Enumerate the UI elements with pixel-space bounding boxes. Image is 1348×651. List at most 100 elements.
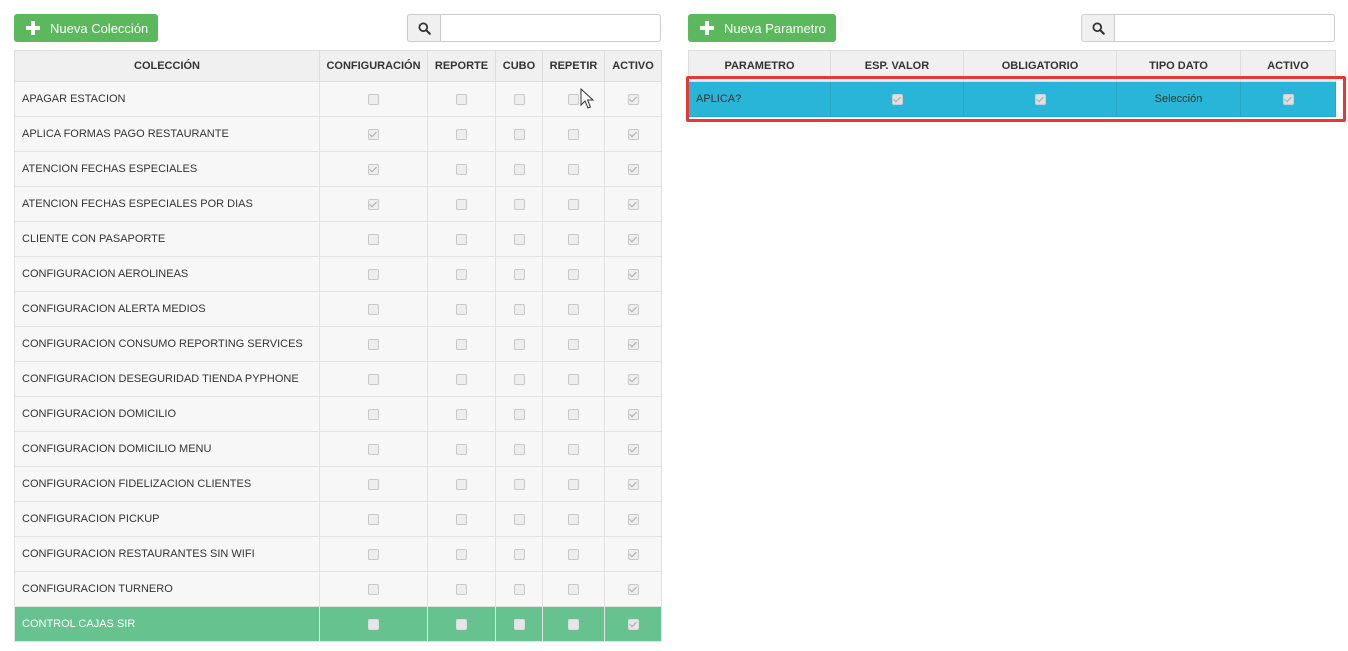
table-row[interactable]: CONFIGURACION DESEGURIDAD TIENDA PYPHONE xyxy=(14,361,662,397)
table-row[interactable]: ATENCION FECHAS ESPECIALES xyxy=(14,151,662,187)
checkbox[interactable] xyxy=(513,584,525,596)
checkbox[interactable] xyxy=(456,129,467,141)
checkbox[interactable] xyxy=(627,94,639,106)
checkbox[interactable] xyxy=(627,199,639,211)
search-input-right[interactable] xyxy=(1115,14,1335,42)
table-row[interactable]: CONFIGURACION AEROLINEAS xyxy=(14,256,662,292)
checkbox[interactable] xyxy=(568,549,579,561)
table-row[interactable]: ATENCION FECHAS ESPECIALES POR DIAS xyxy=(14,186,662,222)
checkbox[interactable] xyxy=(568,374,579,386)
search-input-left[interactable] xyxy=(441,14,661,42)
table-row[interactable]: CONFIGURACION PICKUP xyxy=(14,501,662,537)
checkbox[interactable] xyxy=(627,619,639,631)
checkbox[interactable] xyxy=(368,584,379,596)
checkbox[interactable] xyxy=(456,339,467,351)
checkbox[interactable] xyxy=(456,479,467,491)
checkbox[interactable] xyxy=(513,129,525,141)
checkbox[interactable] xyxy=(627,164,639,176)
checkbox[interactable] xyxy=(627,339,639,351)
checkbox[interactable] xyxy=(627,304,639,316)
checkbox[interactable] xyxy=(456,199,467,211)
checkbox[interactable] xyxy=(568,129,579,141)
checkbox[interactable] xyxy=(568,409,579,421)
checkbox[interactable] xyxy=(456,619,467,631)
checkbox[interactable] xyxy=(568,584,579,596)
checkbox[interactable] xyxy=(513,549,525,561)
checkbox[interactable] xyxy=(627,269,639,281)
checkbox[interactable] xyxy=(513,444,525,456)
checkbox[interactable] xyxy=(568,164,579,176)
checkbox[interactable] xyxy=(368,444,379,456)
checkbox[interactable] xyxy=(513,339,525,351)
checkbox[interactable] xyxy=(456,409,467,421)
checkbox[interactable] xyxy=(513,164,525,176)
checkbox[interactable] xyxy=(513,199,525,211)
search-button-right[interactable] xyxy=(1081,14,1115,42)
checkbox[interactable] xyxy=(627,444,639,456)
checkbox[interactable] xyxy=(368,234,379,246)
checkbox[interactable] xyxy=(368,514,379,526)
checkbox[interactable] xyxy=(568,444,579,456)
table-row[interactable]: APAGAR ESTACION xyxy=(14,81,662,117)
checkbox[interactable] xyxy=(513,479,525,491)
column-header-activo[interactable]: ACTIVO xyxy=(604,50,662,82)
checkbox[interactable] xyxy=(456,549,467,561)
checkbox[interactable] xyxy=(368,619,379,631)
checkbox[interactable] xyxy=(568,304,579,316)
checkbox[interactable] xyxy=(568,514,579,526)
checkbox[interactable] xyxy=(627,549,639,561)
checkbox[interactable] xyxy=(627,479,639,491)
table-row[interactable]: APLICA FORMAS PAGO RESTAURANTE xyxy=(14,116,662,152)
column-header-configuracion[interactable]: CONFIGURACIÓN xyxy=(319,50,428,82)
checkbox[interactable] xyxy=(456,269,467,281)
table-row[interactable]: CONFIGURACION DOMICILIO MENU xyxy=(14,431,662,467)
checkbox[interactable] xyxy=(456,444,467,456)
checkbox[interactable] xyxy=(456,514,467,526)
checkbox[interactable] xyxy=(368,164,379,176)
table-row[interactable]: CONFIGURACION DOMICILIO xyxy=(14,396,662,432)
table-row[interactable]: CLIENTE CON PASAPORTE xyxy=(14,221,662,257)
checkbox[interactable] xyxy=(513,304,525,316)
table-row[interactable]: CONFIGURACION CONSUMO REPORTING SERVICES xyxy=(14,326,662,362)
checkbox[interactable] xyxy=(513,409,525,421)
checkbox[interactable] xyxy=(368,374,379,386)
checkbox[interactable] xyxy=(456,94,467,106)
checkbox[interactable] xyxy=(368,304,379,316)
checkbox[interactable] xyxy=(368,94,379,106)
checkbox[interactable] xyxy=(513,374,525,386)
checkbox[interactable] xyxy=(456,304,467,316)
table-row[interactable]: CONFIGURACION FIDELIZACION CLIENTES xyxy=(14,466,662,502)
column-header-repetir[interactable]: REPETIR xyxy=(542,50,605,82)
checkbox[interactable] xyxy=(627,129,639,141)
checkbox[interactable] xyxy=(568,269,579,281)
checkbox[interactable] xyxy=(568,619,579,631)
checkbox[interactable] xyxy=(368,129,379,141)
column-header-reporte[interactable]: REPORTE xyxy=(427,50,496,82)
checkbox[interactable] xyxy=(456,584,467,596)
checkbox[interactable] xyxy=(627,514,639,526)
checkbox[interactable] xyxy=(368,479,379,491)
checkbox[interactable] xyxy=(568,234,579,246)
checkbox[interactable] xyxy=(627,584,639,596)
checkbox[interactable] xyxy=(513,269,525,281)
checkbox[interactable] xyxy=(568,199,579,211)
search-button-left[interactable] xyxy=(407,14,441,42)
table-row[interactable]: CONFIGURACION ALERTA MEDIOS xyxy=(14,291,662,327)
checkbox[interactable] xyxy=(627,234,639,246)
checkbox[interactable] xyxy=(513,514,525,526)
table-row[interactable]: CONFIGURACION TURNERO xyxy=(14,571,662,607)
checkbox[interactable] xyxy=(368,549,379,561)
checkbox[interactable] xyxy=(368,269,379,281)
column-header-coleccion[interactable]: COLECCIÓN xyxy=(14,50,320,82)
checkbox[interactable] xyxy=(627,374,639,386)
checkbox[interactable] xyxy=(513,619,525,631)
checkbox[interactable] xyxy=(627,409,639,421)
checkbox[interactable] xyxy=(368,409,379,421)
column-header-cubo[interactable]: CUBO xyxy=(495,50,543,82)
nueva-coleccion-button[interactable]: Nueva Colección xyxy=(14,14,159,42)
checkbox[interactable] xyxy=(513,234,525,246)
checkbox[interactable] xyxy=(568,479,579,491)
table-row[interactable]: CONFIGURACION RESTAURANTES SIN WIFI xyxy=(14,536,662,572)
checkbox[interactable] xyxy=(456,164,467,176)
nueva-parametro-button[interactable]: Nueva Parametro xyxy=(688,14,836,42)
